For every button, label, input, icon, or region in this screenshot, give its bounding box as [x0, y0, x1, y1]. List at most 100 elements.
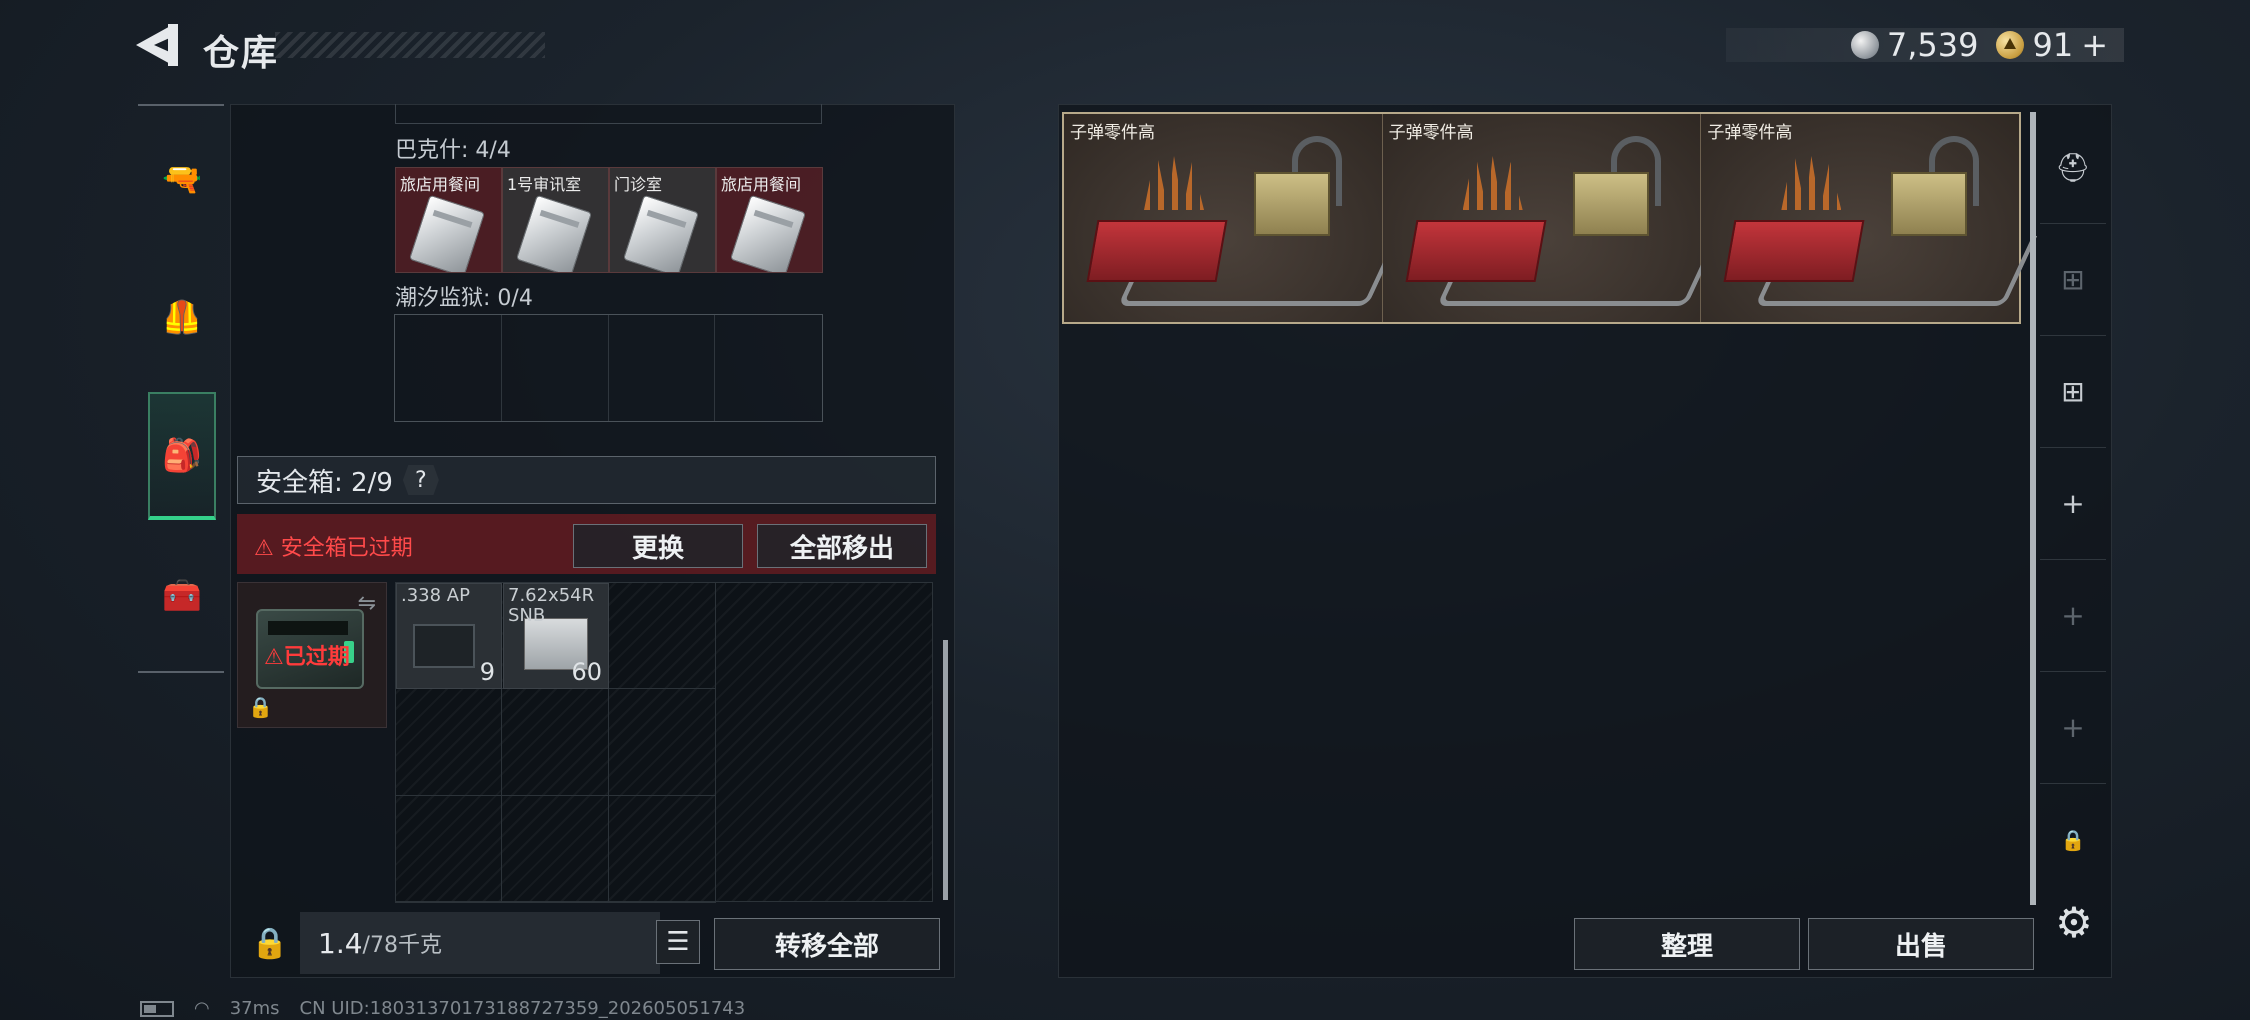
previous-section-edge — [395, 104, 822, 124]
grid-cell[interactable] — [609, 689, 716, 796]
bullet-shells-image — [1462, 150, 1523, 210]
gold-add-icon[interactable]: + — [2081, 26, 2108, 64]
keycard-icon — [515, 194, 593, 272]
storage-item[interactable]: 子弹零件高 — [1382, 114, 1719, 322]
nav-backpack[interactable]: 🎒 — [148, 392, 216, 520]
wifi-icon: ◠ — [194, 998, 210, 1019]
grid-cell[interactable] — [395, 689, 502, 796]
plus-icon: + — [2061, 599, 2085, 632]
safebox-container[interactable]: ⇋ ⚠已过期 🔒 — [237, 582, 387, 728]
rail-add-2[interactable]: + — [2040, 560, 2106, 672]
ammo-item[interactable]: .338 AP 9 — [396, 583, 502, 689]
nav-divider — [138, 671, 224, 673]
key-slot[interactable]: 门诊室 — [609, 167, 716, 273]
rail-crate-1[interactable]: ⊞ — [2040, 224, 2106, 336]
ammo-crate-image — [1891, 172, 1968, 236]
silver-amount: 7,539 — [1886, 26, 1979, 64]
status-bar: ◠ 37ms CN UID:18031370173188727359_20260… — [140, 998, 745, 1019]
crate-tray-image — [1723, 220, 1865, 282]
weight-display: 1.4 /78千克 — [300, 912, 660, 974]
safebox-expired-notice: ⚠ 安全箱已过期 — [254, 530, 413, 562]
key-slot[interactable]: 旅店用餐间 — [395, 167, 502, 273]
left-scrollbar[interactable] — [943, 640, 948, 900]
key-name: 门诊室 — [614, 175, 663, 194]
prison-key-label: 潮汐监狱: 0/4 — [395, 286, 533, 311]
key-name: 旅店用餐间 — [400, 175, 481, 194]
grid-cell[interactable] — [395, 796, 502, 903]
key-slot[interactable]: 旅店用餐间 — [716, 167, 823, 273]
user-uid: CN UID:18031370173188727359_202605051743 — [299, 998, 746, 1019]
key-name: 1号审讯室 — [507, 175, 582, 194]
ping-value: 37ms — [229, 998, 280, 1019]
silver-coin-icon — [1850, 31, 1879, 59]
plus-icon: + — [2061, 711, 2085, 744]
weight-max: /78千克 — [362, 933, 442, 958]
crate-add-icon: ⊞ — [2061, 375, 2085, 408]
empty-key-slot[interactable] — [715, 315, 822, 421]
prison-key-slots — [394, 314, 823, 422]
gear-icon: ⚙ — [2055, 897, 2093, 947]
ammo-item[interactable]: 7.62x54R SNB 60 — [503, 583, 609, 689]
plus-icon: + — [2061, 487, 2085, 520]
empty-key-slot[interactable] — [502, 315, 609, 421]
item-name: 子弹零件高 — [1707, 123, 1793, 143]
page-title: 仓库 — [203, 33, 280, 74]
sort-button[interactable]: 整理 — [1574, 918, 1800, 970]
list-icon: ☰ — [666, 927, 690, 957]
keycard-icon — [408, 194, 486, 272]
gold-currency[interactable]: 91 + — [1996, 26, 2108, 64]
rail-crate-2[interactable]: ⊞ — [2040, 336, 2106, 448]
nav-weapons[interactable]: 🔫 — [148, 136, 216, 222]
bullet-shells-image — [1781, 150, 1842, 210]
expired-badge-text: 已过期 — [283, 645, 350, 670]
currency-bar: 7,539 91 + — [1726, 26, 2124, 64]
item-name: 子弹零件高 — [1070, 123, 1155, 143]
swap-icon[interactable]: ⇋ — [358, 591, 376, 616]
lock-icon: 🔒 — [248, 695, 273, 719]
ammo-count: 9 — [479, 658, 495, 686]
key-name: 旅店用餐间 — [721, 175, 802, 194]
list-view-button[interactable]: ☰ — [656, 920, 700, 964]
sell-button[interactable]: 出售 — [1808, 918, 2034, 970]
gold-coin-icon — [1996, 31, 2025, 59]
back-arrow-icon — [136, 24, 178, 66]
ammo-name: .338 AP — [401, 585, 470, 606]
empty-key-slot[interactable] — [609, 315, 716, 421]
nav-armor[interactable]: 🦺 — [148, 274, 216, 360]
pistol-icon: 🔫 — [162, 160, 202, 198]
rail-helmet[interactable]: ⛑ — [2040, 112, 2106, 224]
ammo-box-image — [413, 624, 475, 668]
expired-notice-text: 安全箱已过期 — [280, 536, 413, 561]
grid-cell[interactable] — [502, 689, 609, 796]
back-button[interactable] — [134, 22, 182, 68]
transfer-all-button[interactable]: 转移全部 — [714, 918, 940, 970]
ammo-name: 7.62x54R SNB — [508, 585, 595, 626]
lock-button[interactable]: 🔒 — [240, 912, 300, 974]
backpack-icon: 🎒 — [162, 436, 202, 474]
item-name: 子弹零件高 — [1388, 123, 1474, 143]
rail-add-3[interactable]: + — [2040, 672, 2106, 784]
crate-tray-image — [1405, 220, 1547, 282]
settings-button[interactable]: ⚙ — [2046, 894, 2102, 950]
grid-cell[interactable] — [502, 796, 609, 903]
rail-add-1[interactable]: + — [2040, 448, 2106, 560]
grid-cell[interactable] — [609, 796, 716, 903]
right-scrollbar[interactable] — [2030, 112, 2036, 905]
rail-locked[interactable]: 🔒 — [2040, 784, 2106, 896]
replace-button[interactable]: 更换 — [573, 524, 743, 568]
silver-currency: 7,539 — [1850, 26, 1979, 64]
helmet-icon: ⛑ — [2055, 151, 2091, 184]
storage-item[interactable]: 子弹零件高 — [1701, 114, 2038, 322]
key-slot[interactable]: 1号审讯室 — [502, 167, 609, 273]
help-icon[interactable]: ? — [402, 465, 439, 495]
ammo-crate-image — [1254, 172, 1330, 236]
bullet-shells-image — [1144, 150, 1204, 210]
nav-divider — [138, 104, 224, 106]
grid-cell[interactable] — [609, 582, 716, 689]
nav-toolbox[interactable]: 🧰 — [148, 552, 216, 638]
remove-all-button[interactable]: 全部移出 — [757, 524, 927, 568]
empty-key-slot[interactable] — [395, 315, 502, 421]
storage-item[interactable]: 子弹零件高 — [1064, 114, 1401, 322]
safebox-header: 安全箱: 2/9 ? — [237, 456, 936, 504]
title-decoration — [275, 32, 545, 58]
